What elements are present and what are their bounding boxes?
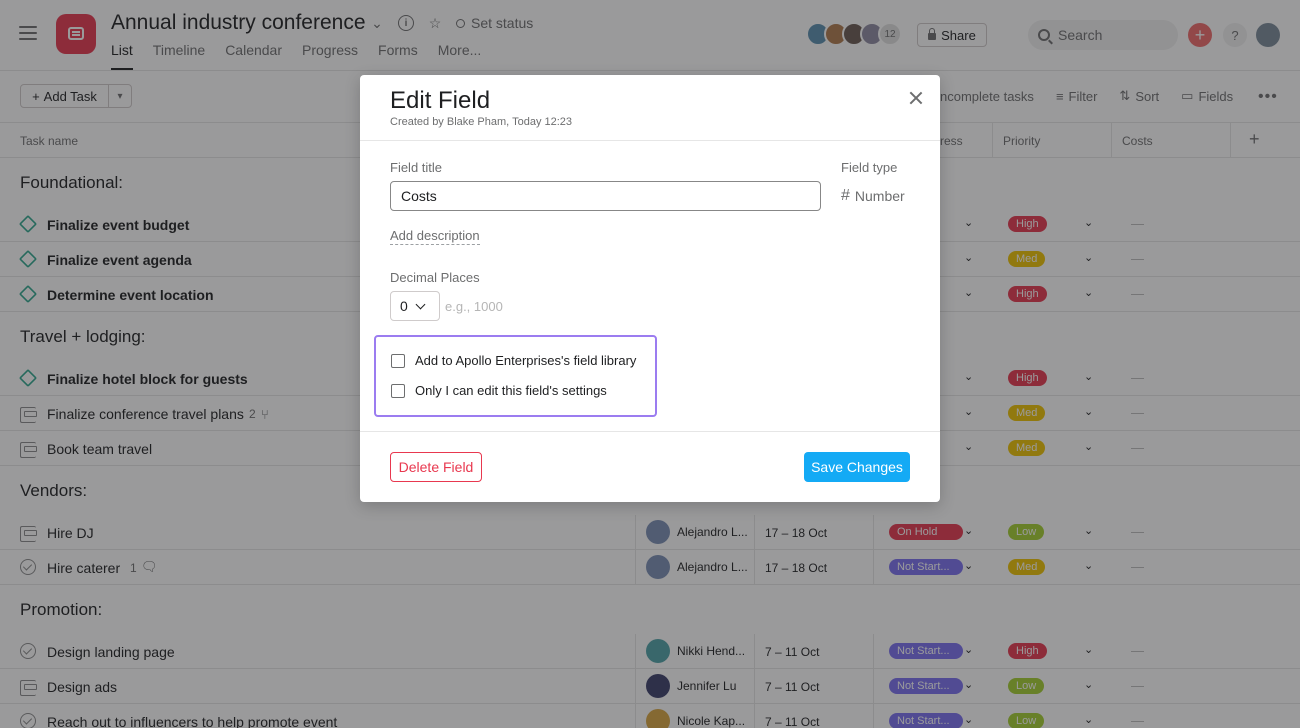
field-title-label: Field title [390, 160, 443, 175]
library-option[interactable]: Add to Apollo Enterprises's field librar… [391, 353, 636, 368]
field-options-highlight: Add to Apollo Enterprises's field librar… [374, 335, 657, 417]
close-icon[interactable] [908, 90, 924, 106]
chevron-down-icon [415, 299, 426, 309]
dialog-title: Edit Field [390, 87, 491, 114]
number-hash-icon: # [841, 187, 850, 204]
library-checkbox[interactable] [391, 353, 405, 368]
divider [360, 140, 940, 141]
only-me-checkbox[interactable] [391, 383, 405, 398]
decimal-places-value: 0 [400, 298, 408, 314]
field-title-input[interactable] [390, 181, 821, 211]
decimal-example: e.g., 1000 [445, 299, 503, 314]
divider [360, 431, 940, 432]
dialog-subtitle: Created by Blake Pham, Today 12:23 [390, 116, 573, 128]
decimal-places-label: Decimal Places [390, 270, 480, 285]
delete-field-button[interactable]: Delete Field [390, 452, 482, 482]
edit-field-dialog: Edit Field Created by Blake Pham, Today … [360, 75, 940, 502]
field-type-label: Field type [841, 160, 898, 175]
only-me-option-label: Only I can edit this field's settings [415, 383, 607, 398]
field-type-value: # Number [841, 187, 905, 205]
save-changes-button[interactable]: Save Changes [804, 452, 910, 482]
field-type-text: Number [854, 188, 905, 204]
add-description-link[interactable]: Add description [390, 228, 480, 245]
library-option-label: Add to Apollo Enterprises's field librar… [415, 353, 637, 368]
decimal-places-select[interactable]: 0 [390, 291, 440, 321]
only-me-option[interactable]: Only I can edit this field's settings [391, 383, 607, 398]
